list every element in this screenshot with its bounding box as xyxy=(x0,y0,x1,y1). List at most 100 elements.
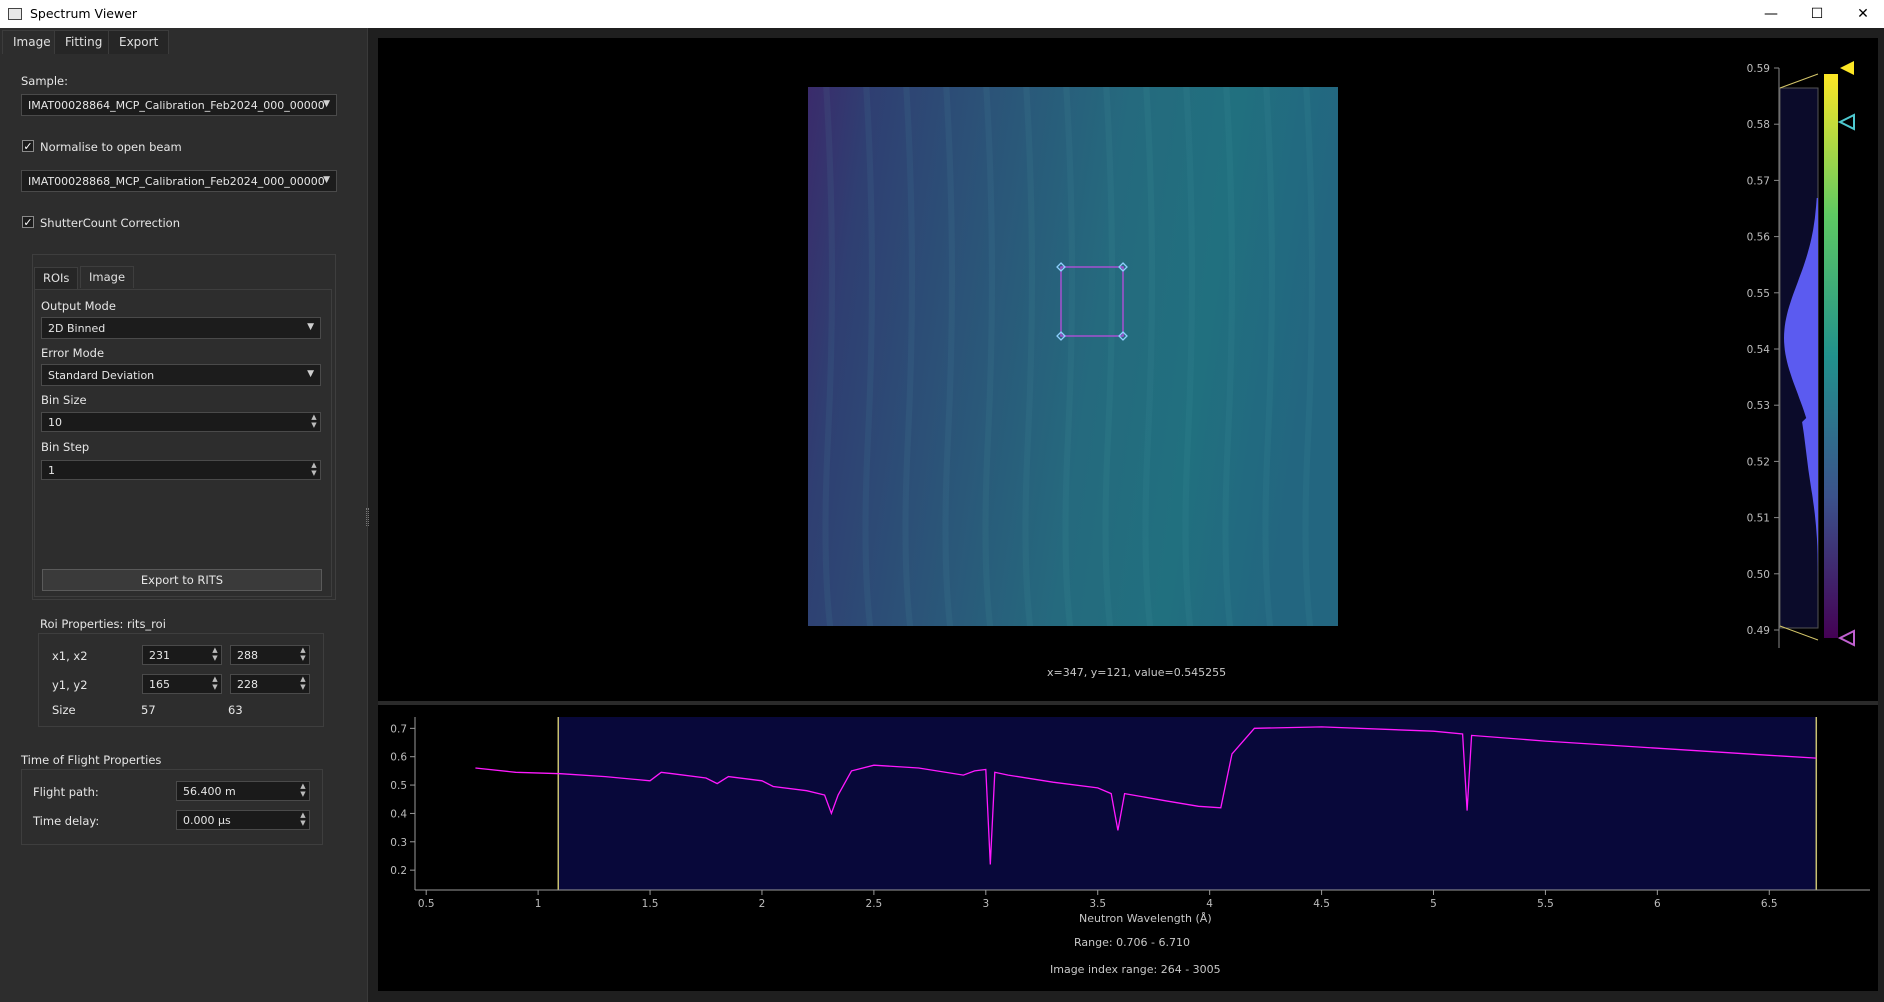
x2-spinbox[interactable]: 288 ▲ ▼ xyxy=(230,645,310,665)
x-tick-label: 1 xyxy=(535,898,542,910)
colorbar-axis: 0.59 0.58 0.57 0.56 0.55 0.54 0.53 0.52 0.51 0.50… xyxy=(1747,63,1779,637)
time-delay-label: Time delay: xyxy=(33,814,100,828)
x-tick-label: 5.5 xyxy=(1537,898,1554,910)
x-tick-label: 2 xyxy=(759,898,766,910)
normalise-label: Normalise to open beam xyxy=(40,140,182,154)
spin-arrows-icon[interactable]: ▲ ▼ xyxy=(297,782,309,800)
y-tick-label: 0.3 xyxy=(390,837,407,849)
y-coords-label: y1, y2 xyxy=(52,678,88,692)
y2-value: 228 xyxy=(237,678,258,691)
colorbar-tick-label: 0.51 xyxy=(1747,513,1770,525)
image-viewer-canvas: 0.59 0.58 0.57 0.56 0.55 0.54 0.53 0.52 0.51 0.50… xyxy=(808,61,1855,648)
colorbar-tick-label: 0.54 xyxy=(1747,344,1771,356)
colorbar-tick-label: 0.58 xyxy=(1747,119,1770,131)
x-tick-label: 1.5 xyxy=(642,898,659,910)
tab-image[interactable]: Image xyxy=(2,30,62,54)
error-mode-value: Standard Deviation xyxy=(48,369,155,382)
range-text: Range: 0.706 - 6.710 xyxy=(1074,936,1191,949)
y-tick-label: 0.4 xyxy=(390,808,407,820)
y-tick-label: 0.2 xyxy=(390,865,407,877)
tab-export[interactable]: Export xyxy=(108,30,170,54)
bin-size-spinbox[interactable]: 10 ▲ ▼ xyxy=(41,412,321,432)
y-tick-label: 0.7 xyxy=(390,723,407,735)
y-tick-label: 0.6 xyxy=(390,752,407,764)
window-title: Spectrum Viewer xyxy=(30,6,138,21)
tab-fitting[interactable]: Fitting xyxy=(54,30,114,54)
export-to-rits-button[interactable]: Export to RITS xyxy=(42,569,322,591)
chevron-down-icon: ▼ xyxy=(307,322,314,332)
error-mode-select[interactable]: Standard Deviation ▼ xyxy=(41,364,321,386)
image-index-range-text: Image index range: 264 - 3005 xyxy=(1050,963,1221,976)
size-width: 57 xyxy=(141,703,156,717)
y-tick-label: 0.5 xyxy=(390,780,407,792)
bin-size-label: Bin Size xyxy=(41,393,87,407)
y1-spinbox[interactable]: 165 ▲ ▼ xyxy=(142,674,222,694)
colorbar-tick-label: 0.53 xyxy=(1747,400,1770,412)
output-mode-select[interactable]: 2D Binned ▼ xyxy=(41,317,321,339)
shutter-checkbox[interactable]: ✓ xyxy=(22,216,34,228)
bin-step-label: Bin Step xyxy=(41,440,90,454)
x-tick-label: 5 xyxy=(1430,898,1437,910)
normalise-checkbox[interactable]: ✓ xyxy=(22,140,34,152)
colorbar-tick-label: 0.59 xyxy=(1747,63,1770,75)
tof-title: Time of Flight Properties xyxy=(21,753,162,767)
x-tick-label: 6 xyxy=(1654,898,1661,910)
spin-arrows-icon[interactable]: ▲ ▼ xyxy=(308,461,320,479)
y2-spinbox[interactable]: 228 ▲ ▼ xyxy=(230,674,310,694)
spin-arrows-icon[interactable]: ▲ ▼ xyxy=(297,646,309,664)
output-mode-label: Output Mode xyxy=(41,299,116,313)
minimize-button[interactable]: — xyxy=(1748,0,1794,28)
x-tick-label: 6.5 xyxy=(1761,898,1778,910)
maximize-button[interactable]: ☐ xyxy=(1794,0,1840,28)
cursor-readout: x=347, y=121, value=0.545255 xyxy=(1047,666,1227,679)
colorbar-tick-label: 0.49 xyxy=(1747,625,1770,637)
sample-select-value: IMAT00028864_MCP_Calibration_Feb2024_000… xyxy=(28,99,325,112)
colorbar-tick-label: 0.55 xyxy=(1747,288,1770,300)
app-icon xyxy=(8,8,22,20)
open-beam-select[interactable]: IMAT00028868_MCP_Calibration_Feb2024_000… xyxy=(21,170,337,192)
chevron-down-icon: ▼ xyxy=(307,369,314,379)
size-height: 63 xyxy=(228,703,243,717)
x2-value: 288 xyxy=(237,649,258,662)
time-delay-value: 0.000 µs xyxy=(183,814,231,827)
x1-value: 231 xyxy=(149,649,170,662)
mid-level-handle[interactable] xyxy=(1837,113,1855,131)
min-level-handle[interactable] xyxy=(1837,629,1855,647)
x-tick-label: 3.5 xyxy=(1089,898,1106,910)
image-viewer[interactable]: 0.59 0.58 0.57 0.56 0.55 0.54 0.53 0.52 0.51 0.50… xyxy=(378,38,1878,701)
x-coords-label: x1, x2 xyxy=(52,649,88,663)
flight-path-value: 56.400 m xyxy=(183,785,236,798)
shutter-label: ShutterCount Correction xyxy=(40,216,180,230)
spin-arrows-icon[interactable]: ▲ ▼ xyxy=(209,675,221,693)
open-beam-select-value: IMAT00028868_MCP_Calibration_Feb2024_000… xyxy=(28,175,325,188)
x1-spinbox[interactable]: 231 ▲ ▼ xyxy=(142,645,222,665)
x-tick-label: 3 xyxy=(982,898,989,910)
selected-range-region[interactable] xyxy=(558,717,1817,890)
size-label: Size xyxy=(52,703,76,717)
spin-arrows-icon[interactable]: ▲ ▼ xyxy=(308,413,320,431)
tab-image-settings[interactable]: Image xyxy=(80,266,135,288)
output-mode-value: 2D Binned xyxy=(48,322,106,335)
max-level-handle[interactable] xyxy=(1840,61,1854,75)
sample-select[interactable]: IMAT00028864_MCP_Calibration_Feb2024_000… xyxy=(21,94,337,116)
sample-label: Sample: xyxy=(21,74,68,88)
close-button[interactable]: ✕ xyxy=(1840,0,1884,28)
bin-step-value: 1 xyxy=(48,464,55,477)
colorbar-tick-label: 0.56 xyxy=(1747,232,1771,244)
flight-path-spinbox[interactable]: 56.400 m ▲ ▼ xyxy=(176,781,310,801)
spin-arrows-icon[interactable]: ▲ ▼ xyxy=(297,675,309,693)
spectrum-plot[interactable]: 0.5 1 1.5 2 2.5 3 3.5 4 4.5 5 5.5 6 6.5 0.2 0.3 0.4 0.5 0… xyxy=(378,705,1878,991)
colorbar-tick-label: 0.50 xyxy=(1747,569,1770,581)
splitter-handle[interactable] xyxy=(366,508,369,526)
y1-value: 165 xyxy=(149,678,170,691)
spin-arrows-icon[interactable]: ▲ ▼ xyxy=(209,646,221,664)
flight-path-label: Flight path: xyxy=(33,785,99,799)
bin-size-value: 10 xyxy=(48,416,62,429)
tab-rois[interactable]: ROIs xyxy=(34,267,79,289)
spin-arrows-icon[interactable]: ▲ ▼ xyxy=(297,811,309,829)
x-tick-label: 2.5 xyxy=(866,898,883,910)
time-delay-spinbox[interactable]: 0.000 µs ▲ ▼ xyxy=(176,810,310,830)
bin-step-spinbox[interactable]: 1 ▲ ▼ xyxy=(41,460,321,480)
x-tick-label: 4.5 xyxy=(1313,898,1330,910)
colorbar-tick-label: 0.57 xyxy=(1747,175,1770,187)
